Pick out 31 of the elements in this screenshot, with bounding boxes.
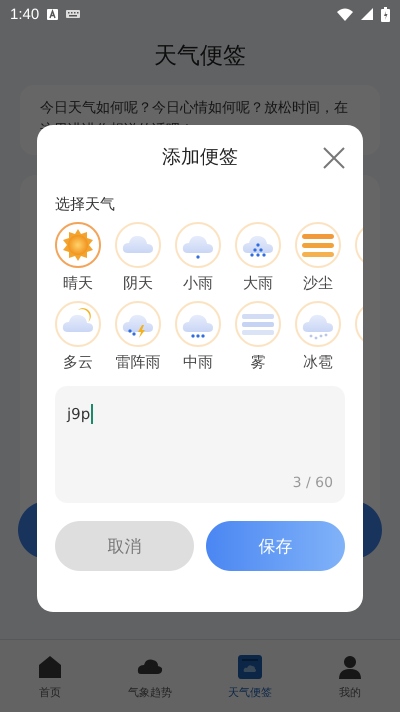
weather-label: 雾	[250, 353, 266, 372]
weather-label: 小雨	[183, 274, 213, 293]
weather-label: 雷阵雨	[116, 353, 160, 372]
nav-tab[interactable]: 气象趋势	[100, 640, 200, 712]
note-text: j9p	[67, 405, 90, 423]
weather-label: 冰雹	[303, 353, 333, 372]
character-counter: 3 / 60	[292, 475, 333, 491]
weather-label: 阴天	[123, 274, 153, 293]
section-label: 选择天气	[55, 195, 116, 214]
weather-label: 大雨	[243, 274, 273, 293]
close-icon[interactable]	[323, 147, 345, 169]
weather-label: 沙尘	[303, 274, 333, 293]
dialog-title: 添加便签	[162, 145, 238, 170]
status-time: 1:40	[10, 6, 40, 22]
signal-icon	[361, 8, 373, 20]
weather-label: 晴天	[63, 274, 93, 293]
nav-tab[interactable]: 我的	[300, 640, 400, 712]
weather-label: 中雨	[183, 353, 213, 372]
weather-label: 多云	[63, 353, 93, 372]
nav-tab[interactable]: 天气便签	[200, 640, 300, 712]
wifi-icon	[337, 8, 353, 20]
save-button[interactable]: 保存	[206, 521, 345, 571]
cancel-button[interactable]: 取消	[55, 521, 194, 571]
weather-option[interactable]	[55, 222, 101, 268]
note-input[interactable]: j9p 3 / 60	[55, 386, 345, 503]
page-title: 天气便签	[153, 42, 247, 71]
keyboard-icon	[66, 10, 80, 18]
notification-icon	[47, 8, 58, 20]
note-card-icon	[236, 652, 264, 680]
nav-tab[interactable]: 首页	[0, 640, 100, 712]
battery-icon	[381, 6, 390, 22]
